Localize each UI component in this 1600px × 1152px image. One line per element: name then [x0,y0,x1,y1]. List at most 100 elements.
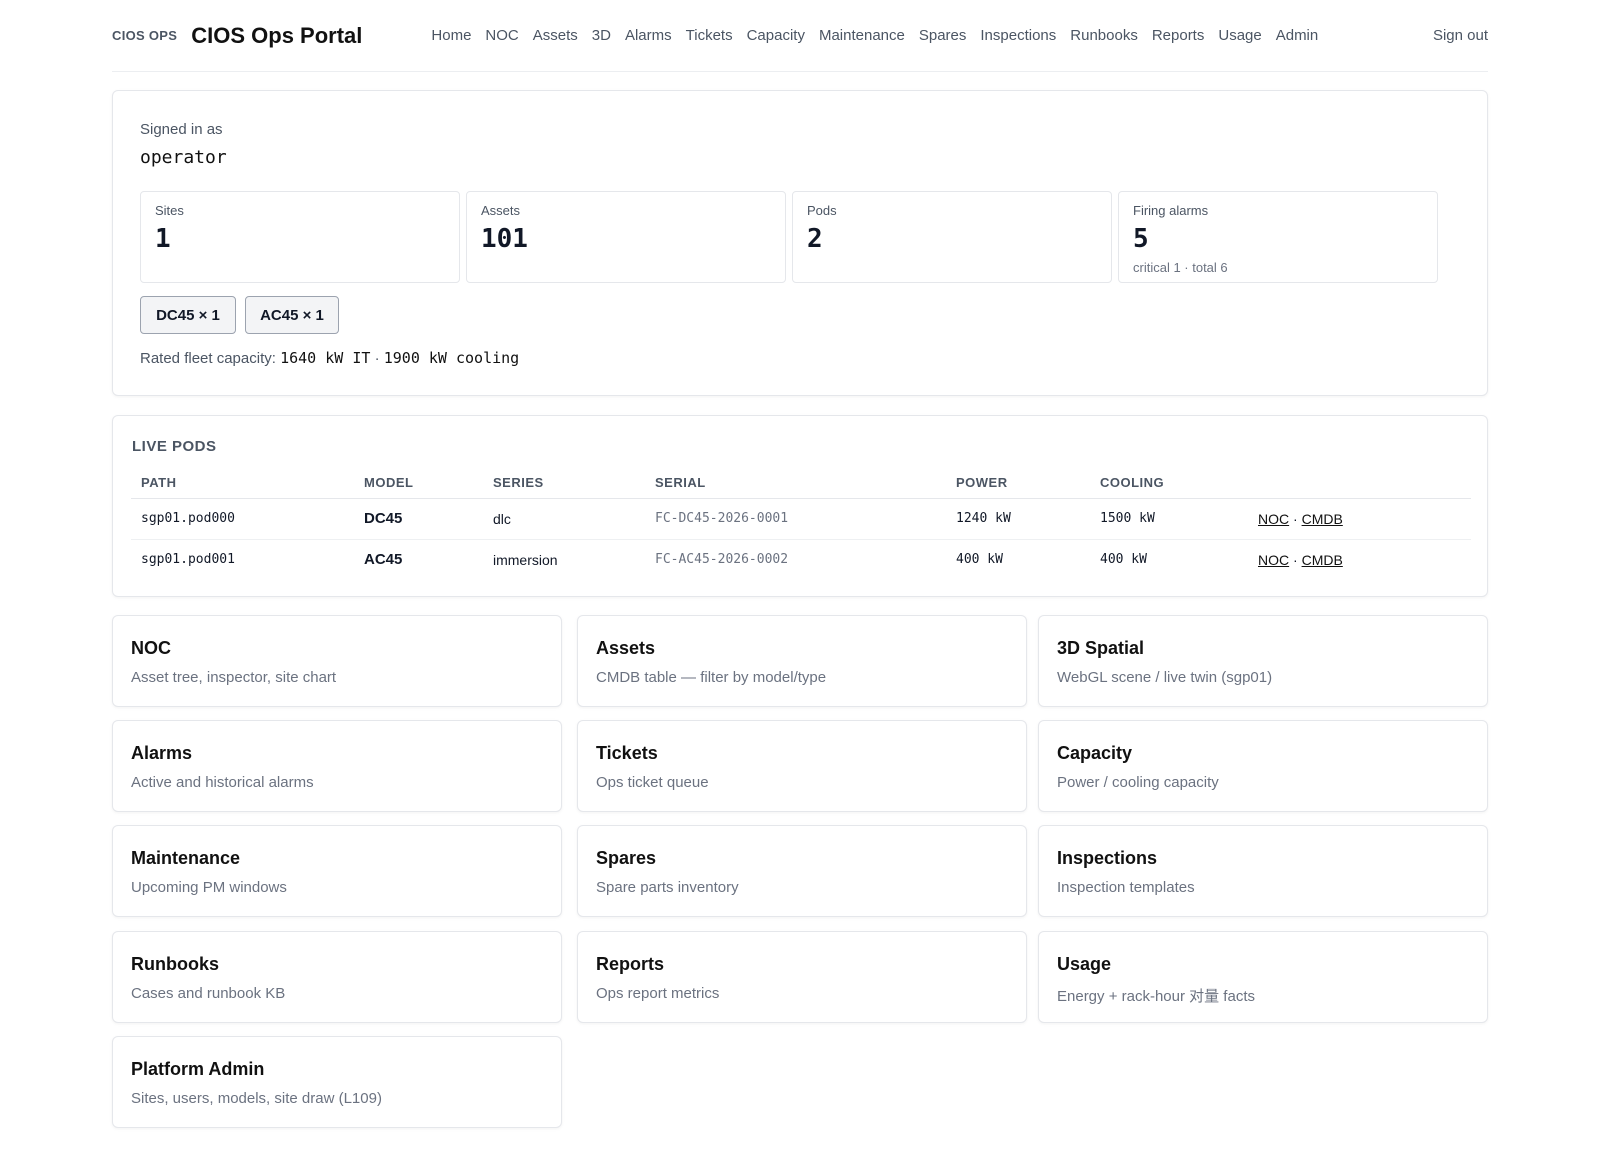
fleet-capacity-cooling: 1900 kW cooling [383,349,520,367]
fleet-capacity-it: 1640 kW IT [280,349,371,367]
tile-maintenance[interactable]: Maintenance Upcoming PM windows [112,825,562,917]
tile-title: Assets [596,638,656,658]
stat-sites: Sites 1 [140,191,460,283]
nav-tickets[interactable]: Tickets [686,27,733,44]
tile-title: NOC [131,638,171,658]
stat-label: Pods [807,203,837,218]
nav-usage[interactable]: Usage [1218,27,1261,44]
tile-noc[interactable]: NOC Asset tree, inspector, site chart [112,615,562,707]
nav-3d[interactable]: 3D [592,27,611,44]
pod-cooling: 1500 kW [1090,498,1248,540]
table-row: sgp01.pod001 AC45 immersion FC-AC45-2026… [131,539,1471,580]
stat-pods: Pods 2 [792,191,1112,283]
nav-maintenance[interactable]: Maintenance [819,27,905,44]
tile-platform-admin[interactable]: Platform Admin Sites, users, models, sit… [112,1036,562,1128]
cmdb-link[interactable]: CMDB [1302,511,1343,527]
signed-in-username: operator [140,147,227,168]
signed-in-label: Signed in as [140,121,223,138]
column-header-path: PATH [131,468,354,499]
tile-title: Inspections [1057,848,1158,868]
stat-value: 101 [481,224,528,254]
pod-model: DC45 [354,498,483,540]
stat-value: 1 [155,224,171,254]
live-pods-table: PATH MODEL SERIES SERIAL POWER COOLING s… [131,468,1471,580]
brand-small-label: CIOS OPS [112,28,178,43]
stat-assets: Assets 101 [466,191,786,283]
tile-description: Sites, users, models, site draw (L109) [131,1090,382,1107]
nav-admin[interactable]: Admin [1276,27,1319,44]
tile-inspections[interactable]: Inspections Inspection templates [1038,825,1488,917]
pod-path: sgp01.pod000 [131,498,354,540]
tile-title: Maintenance [131,848,241,868]
table-header-row: PATH MODEL SERIES SERIAL POWER COOLING [131,468,1471,499]
nav-spares[interactable]: Spares [919,27,967,44]
stat-label: Assets [481,203,521,218]
table-row: sgp01.pod000 DC45 dlc FC-DC45-2026-0001 … [131,498,1471,540]
stat-sub: critical 1 · total 6 [1133,260,1228,275]
top-navigation-bar: CIOS OPS CIOS Ops Portal Home NOC Assets… [112,0,1488,72]
fleet-separator: · [370,350,384,367]
link-separator: · [1289,551,1302,568]
tile-title: Runbooks [131,954,219,974]
tile-alarms[interactable]: Alarms Active and historical alarms [112,720,562,812]
cmdb-link[interactable]: CMDB [1302,552,1343,568]
tile-description: Power / cooling capacity [1057,774,1219,791]
noc-link[interactable]: NOC [1258,552,1289,568]
tile-title: Alarms [131,743,193,763]
tile-description: Inspection templates [1057,879,1195,896]
tile-description: Upcoming PM windows [131,879,287,896]
tile-capacity[interactable]: Capacity Power / cooling capacity [1038,720,1488,812]
nav-alarms[interactable]: Alarms [625,27,672,44]
pod-serial: FC-DC45-2026-0001 [645,498,946,540]
tile-description: Cases and runbook KB [131,985,286,1002]
tile-title: Usage [1057,954,1112,974]
tile-description: Energy + rack-hour 对量 facts [1057,988,1255,1005]
tile-tickets[interactable]: Tickets Ops ticket queue [577,720,1027,812]
tile-title: Tickets [596,743,658,763]
stat-label: Firing alarms [1133,203,1209,218]
tile-description: CMDB table — filter by model/type [596,669,827,686]
pod-serial: FC-AC45-2026-0002 [655,552,789,568]
pod-links: NOC · CMDB [1248,498,1471,540]
tile-reports[interactable]: Reports Ops report metrics [577,931,1027,1023]
pod-path: sgp01.pod001 [141,552,235,568]
column-header-cooling: COOLING [1090,468,1248,499]
tile-3d-spatial[interactable]: 3D Spatial WebGL scene / live twin (sgp0… [1038,615,1488,707]
app-title[interactable]: CIOS Ops Portal [191,23,362,49]
summary-card: Signed in as operator Sites 1 Assets 101… [112,90,1488,396]
tile-description: WebGL scene / live twin (sgp01) [1057,669,1273,686]
sign-out-link[interactable]: Sign out [1433,27,1488,44]
fleet-capacity: Rated fleet capacity: 1640 kW IT · 1900 … [140,349,519,367]
model-chip-ac45[interactable]: AC45 × 1 [245,296,339,334]
stat-value: 5 [1133,224,1149,254]
tile-description: Active and historical alarms [131,774,314,791]
nav-noc[interactable]: NOC [485,27,518,44]
nav-assets[interactable]: Assets [533,27,578,44]
link-separator: · [1289,510,1302,527]
nav-runbooks[interactable]: Runbooks [1070,27,1138,44]
tile-runbooks[interactable]: Runbooks Cases and runbook KB [112,931,562,1023]
pod-links: NOC · CMDB [1248,539,1471,580]
nav-capacity[interactable]: Capacity [747,27,805,44]
tile-assets[interactable]: Assets CMDB table — filter by model/type [577,615,1027,707]
live-pods-card: LIVE PODS PATH MODEL SERIES SERIAL POWER… [112,415,1488,597]
tile-title: Platform Admin [131,1059,265,1079]
nav-inspections[interactable]: Inspections [980,27,1056,44]
pod-series: dlc [483,498,645,540]
model-chip-dc45[interactable]: DC45 × 1 [140,296,236,334]
column-header-model: MODEL [354,468,483,499]
stat-label: Sites [155,203,184,218]
column-header-serial: SERIAL [645,468,946,499]
noc-link[interactable]: NOC [1258,511,1289,527]
tile-spares[interactable]: Spares Spare parts inventory [577,825,1027,917]
tile-description: Spare parts inventory [596,879,739,896]
pod-power: 400 kW [956,552,1003,568]
tile-description: Asset tree, inspector, site chart [131,669,337,686]
tile-title: Capacity [1057,743,1133,763]
nav-home[interactable]: Home [431,27,471,44]
tile-usage[interactable]: Usage Energy + rack-hour 对量 facts [1038,931,1488,1023]
nav-reports[interactable]: Reports [1152,27,1205,44]
tile-description: Ops report metrics [596,985,720,1002]
pod-series: immersion [493,551,558,568]
tile-title: 3D Spatial [1057,638,1145,658]
